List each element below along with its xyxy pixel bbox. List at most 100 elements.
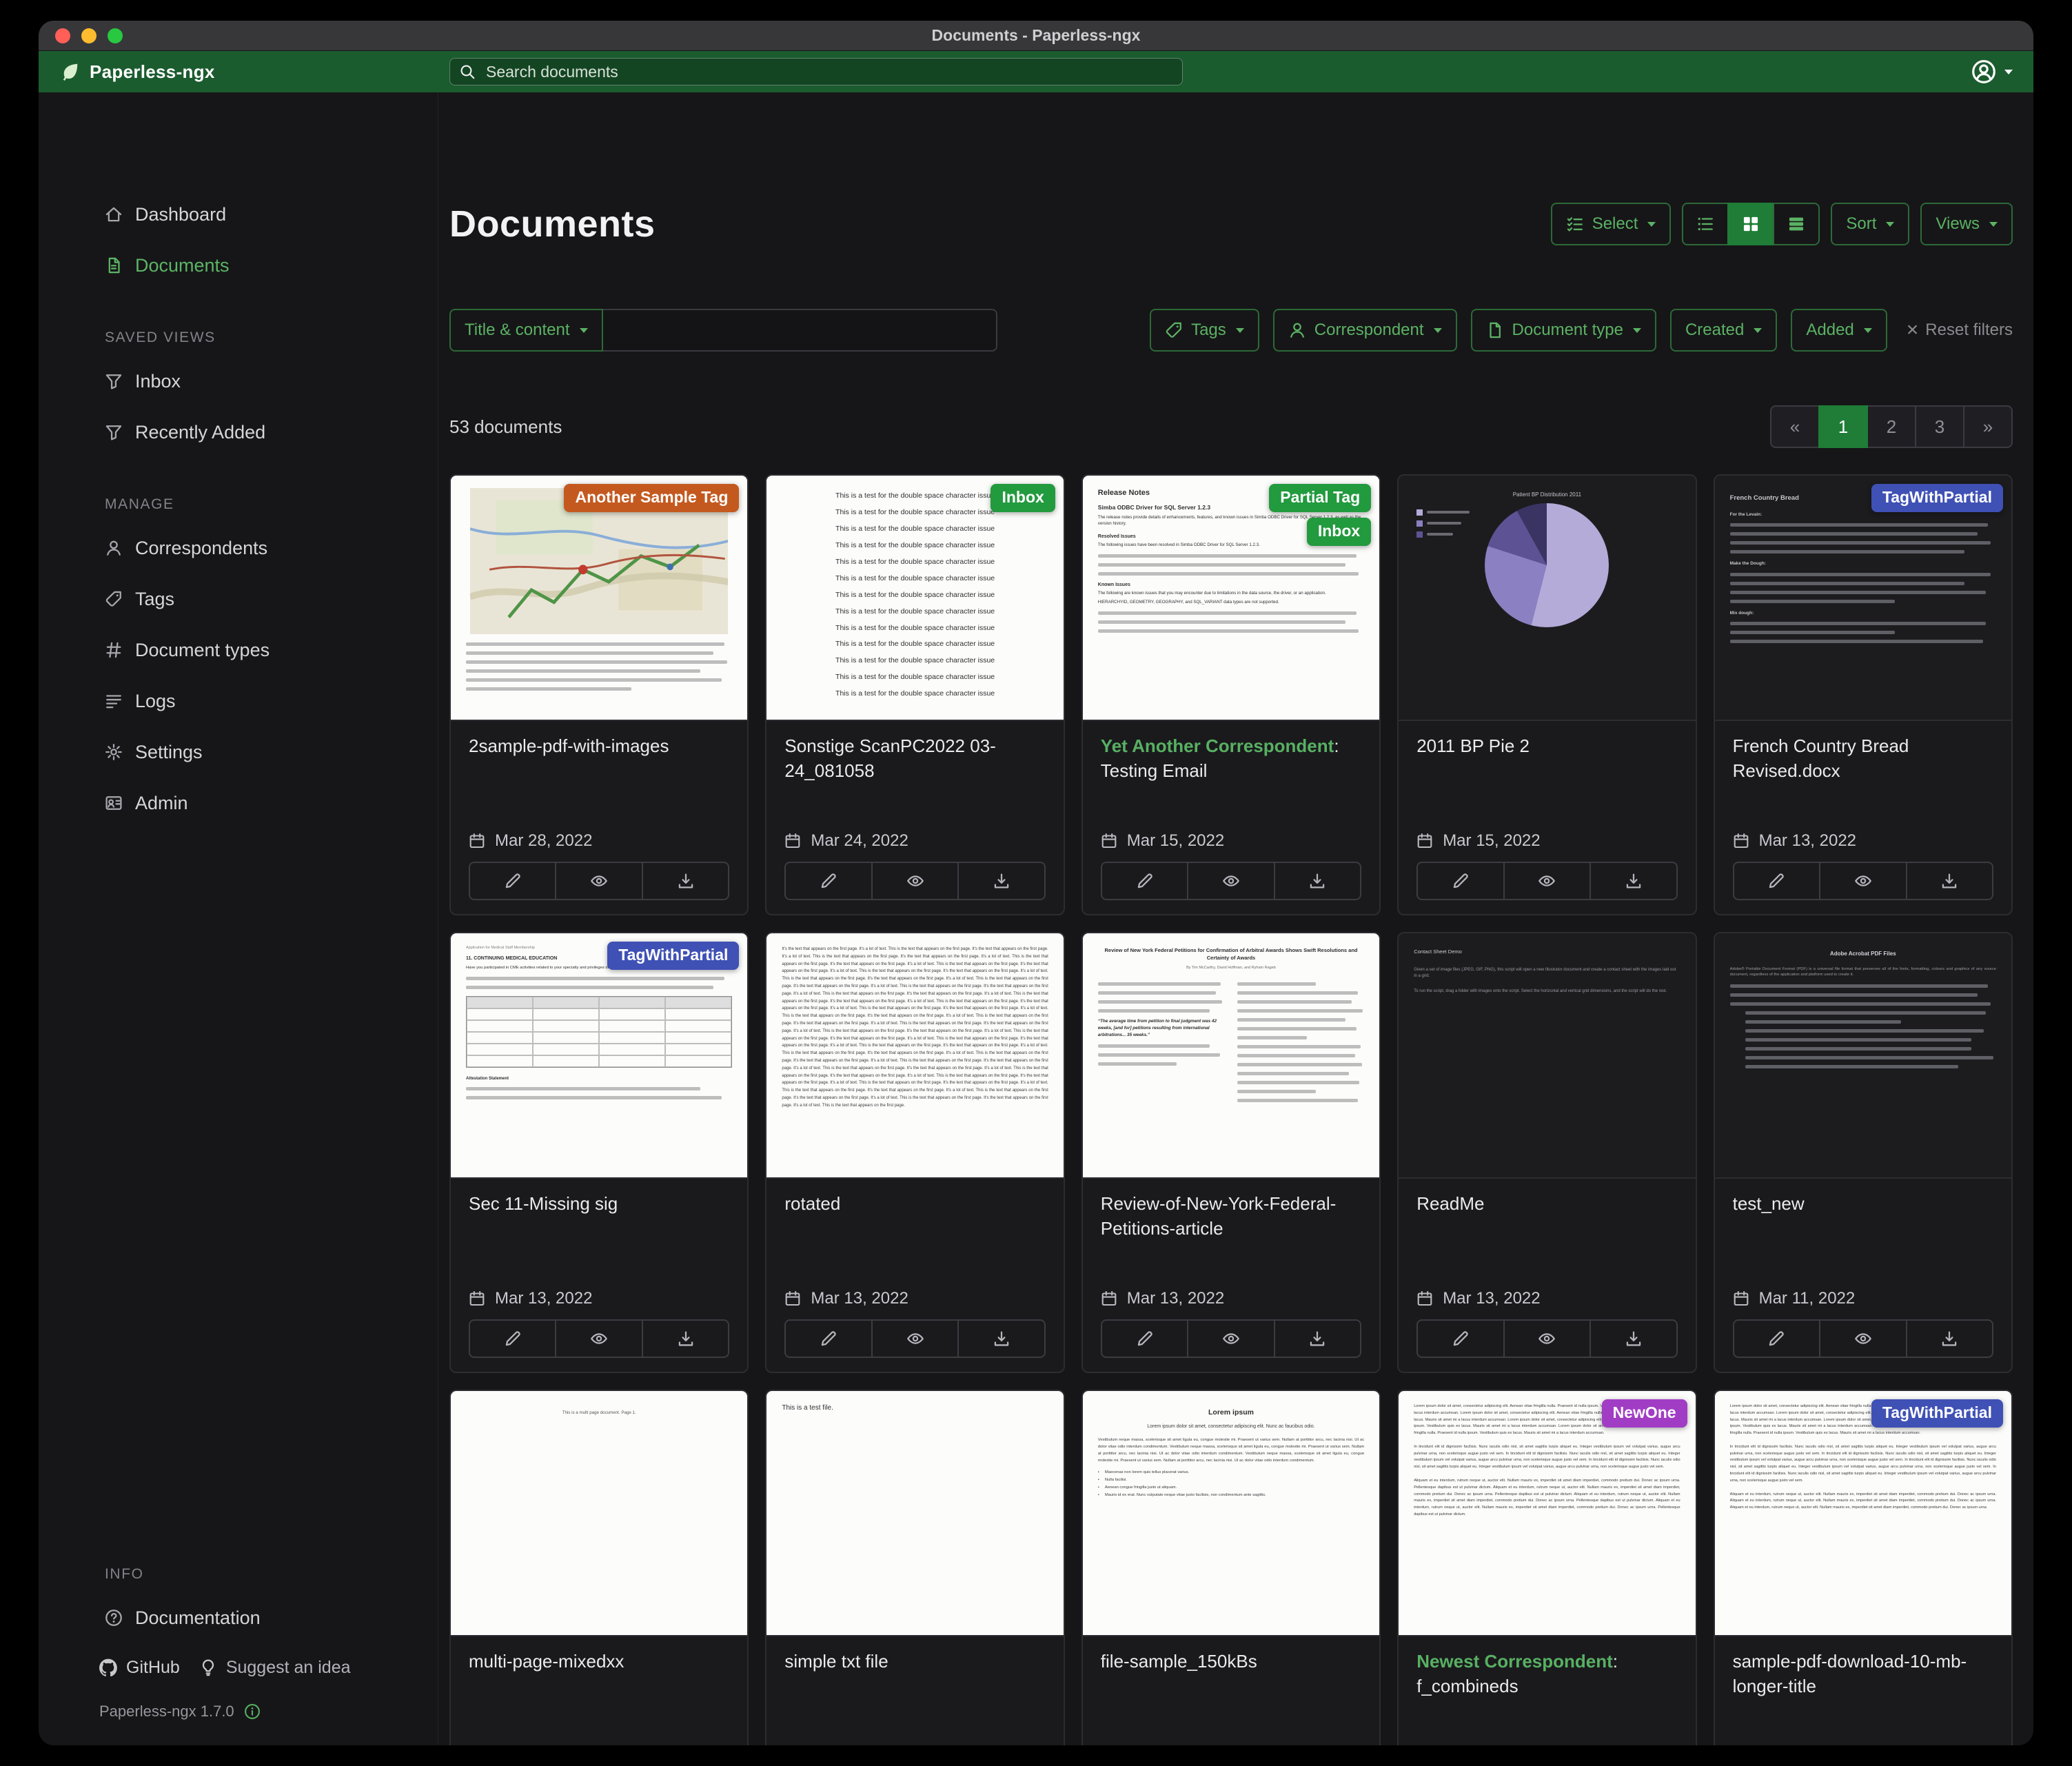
document-card[interactable]: It's the text that appears on the first … <box>765 932 1064 1373</box>
sidebar-item-recently-added[interactable]: Recently Added <box>39 407 438 458</box>
sidebar-item-dashboard[interactable]: Dashboard <box>39 189 438 240</box>
tag-badge[interactable]: NewOne <box>1602 1399 1687 1428</box>
close-button[interactable] <box>55 28 70 43</box>
preview-button[interactable] <box>1819 1321 1905 1357</box>
title-content-input[interactable] <box>603 309 997 352</box>
sidebar-item-tags[interactable]: Tags <box>39 574 438 625</box>
edit-button[interactable] <box>470 1321 555 1357</box>
preview-button[interactable] <box>871 863 957 899</box>
sidebar-item-correspondents[interactable]: Correspondents <box>39 522 438 574</box>
edit-button[interactable] <box>1734 863 1819 899</box>
views-button[interactable]: Views <box>1920 203 2013 245</box>
document-card[interactable]: French Country BreadFor the Levain:Make … <box>1714 474 2013 915</box>
tag-badge[interactable]: Inbox <box>991 484 1055 512</box>
preview-button[interactable] <box>555 1321 641 1357</box>
filter-tags-button[interactable]: Tags <box>1150 309 1259 352</box>
reset-filters-button[interactable]: × Reset filters <box>1907 320 2013 341</box>
download-button[interactable] <box>1274 1321 1360 1357</box>
document-title[interactable]: Review-of-New-York-Federal-Petitions-art… <box>1101 1191 1361 1242</box>
view-grid-button[interactable] <box>1727 203 1774 245</box>
document-thumbnail[interactable]: Review of New York Federal Petitions for… <box>1083 933 1379 1179</box>
tag-badge[interactable]: Inbox <box>1307 518 1371 546</box>
page-2-button[interactable]: 2 <box>1867 405 1916 448</box>
preview-button[interactable] <box>1819 863 1905 899</box>
document-card[interactable]: Review of New York Federal Petitions for… <box>1081 932 1381 1373</box>
document-title[interactable]: Yet Another Correspondent: Testing Email <box>1101 733 1361 784</box>
preview-button[interactable] <box>1187 863 1273 899</box>
filter-document-type-button[interactable]: Document type <box>1471 309 1656 352</box>
preview-button[interactable] <box>1187 1321 1273 1357</box>
document-thumbnail[interactable]: Another Sample Tag <box>451 476 747 721</box>
document-correspondent[interactable]: Newest Correspondent <box>1416 1651 1613 1672</box>
sort-button[interactable]: Sort <box>1831 203 1909 245</box>
edit-button[interactable] <box>1102 1321 1187 1357</box>
document-card[interactable]: Application for Medical Staff Membership… <box>449 932 749 1373</box>
document-title[interactable]: ReadMe <box>1416 1191 1677 1242</box>
document-card[interactable]: This is a multi page document. Page 1. mu… <box>449 1390 749 1745</box>
document-title[interactable]: French Country Bread Revised.docx <box>1733 733 1993 784</box>
document-card[interactable]: Adobe Acrobat PDF FilesAdobe® Portable D… <box>1714 932 2013 1373</box>
document-title[interactable]: multi-page-mixedxx <box>469 1649 729 1700</box>
github-link[interactable]: GitHub <box>99 1658 180 1678</box>
tag-badge[interactable]: TagWithPartial <box>607 942 739 970</box>
document-thumbnail[interactable]: This is a test file. <box>766 1391 1063 1636</box>
preview-button[interactable] <box>555 863 641 899</box>
filter-created-button[interactable]: Created <box>1670 309 1777 352</box>
download-button[interactable] <box>642 863 728 899</box>
document-title[interactable]: simple txt file <box>784 1649 1045 1700</box>
brand[interactable]: Paperless-ngx <box>39 61 449 83</box>
user-menu[interactable] <box>1971 59 2033 84</box>
sidebar-item-logs[interactable]: Logs <box>39 676 438 727</box>
prev-page-button[interactable]: « <box>1770 405 1820 448</box>
document-title[interactable]: sample-pdf-download-10-mb-longer-title <box>1733 1649 1993 1700</box>
search-input[interactable] <box>449 58 1183 85</box>
edit-button[interactable] <box>1418 863 1503 899</box>
tag-badge[interactable]: TagWithPartial <box>1871 1399 2003 1428</box>
edit-button[interactable] <box>1734 1321 1819 1357</box>
document-title[interactable]: Sec 11-Missing sig <box>469 1191 729 1242</box>
document-card[interactable]: This is a test for the double space char… <box>765 474 1064 915</box>
page-3-button[interactable]: 3 <box>1915 405 1964 448</box>
document-title[interactable]: 2sample-pdf-with-images <box>469 733 729 784</box>
filter-added-button[interactable]: Added <box>1791 309 1887 352</box>
document-card[interactable]: Another Sample Tag 2sample-pdf-with-image… <box>449 474 749 915</box>
download-button[interactable] <box>1906 863 1992 899</box>
preview-button[interactable] <box>1503 863 1589 899</box>
filter-correspondent-button[interactable]: Correspondent <box>1273 309 1457 352</box>
edit-button[interactable] <box>470 863 555 899</box>
view-rows-button[interactable] <box>1773 203 1820 245</box>
preview-button[interactable] <box>871 1321 957 1357</box>
document-title[interactable]: test_new <box>1733 1191 1993 1242</box>
download-button[interactable] <box>1906 1321 1992 1357</box>
edit-button[interactable] <box>786 1321 871 1357</box>
document-card[interactable]: Lorem ipsumLorem ipsum dolor sit amet, c… <box>1081 1390 1381 1745</box>
document-thumbnail[interactable]: Adobe Acrobat PDF FilesAdobe® Portable D… <box>1715 933 2011 1179</box>
info-icon[interactable] <box>244 1703 261 1720</box>
document-title[interactable]: Newest Correspondent: f_combineds <box>1416 1649 1677 1700</box>
document-card[interactable]: Patient BP Distribution 20112011 BP Pie … <box>1397 474 1696 915</box>
sidebar-item-inbox[interactable]: Inbox <box>39 356 438 407</box>
document-title[interactable]: Sonstige ScanPC2022 03-24_081058 <box>784 733 1045 784</box>
document-card[interactable]: Release NotesSimba ODBC Driver for SQL S… <box>1081 474 1381 915</box>
document-title[interactable]: rotated <box>784 1191 1045 1242</box>
select-button[interactable]: Select <box>1551 203 1672 245</box>
document-title[interactable]: file-sample_150kBs <box>1101 1649 1361 1700</box>
preview-button[interactable] <box>1503 1321 1589 1357</box>
document-thumbnail[interactable]: Application for Medical Staff Membership… <box>451 933 747 1179</box>
document-title[interactable]: 2011 BP Pie 2 <box>1416 733 1677 784</box>
download-button[interactable] <box>1589 1321 1676 1357</box>
document-correspondent[interactable]: Yet Another Correspondent <box>1101 735 1334 756</box>
download-button[interactable] <box>1274 863 1360 899</box>
document-thumbnail[interactable]: This is a test for the double space char… <box>766 476 1063 721</box>
download-button[interactable] <box>642 1321 728 1357</box>
minimize-button[interactable] <box>81 28 97 43</box>
sidebar-item-documentation[interactable]: Documentation <box>39 1592 438 1643</box>
document-thumbnail[interactable]: This is a multi page document. Page 1. <box>451 1391 747 1636</box>
edit-button[interactable] <box>1418 1321 1503 1357</box>
sidebar-item-document-types[interactable]: Document types <box>39 625 438 676</box>
document-thumbnail[interactable]: It's the text that appears on the first … <box>766 933 1063 1179</box>
sidebar-item-admin[interactable]: Admin <box>39 778 438 829</box>
suggest-idea-link[interactable]: Suggest an idea <box>199 1658 351 1678</box>
document-card[interactable]: This is a test file. simple txt file <box>765 1390 1064 1745</box>
document-thumbnail[interactable]: Lorem ipsum dolor sit amet, consectetur … <box>1715 1391 2011 1636</box>
